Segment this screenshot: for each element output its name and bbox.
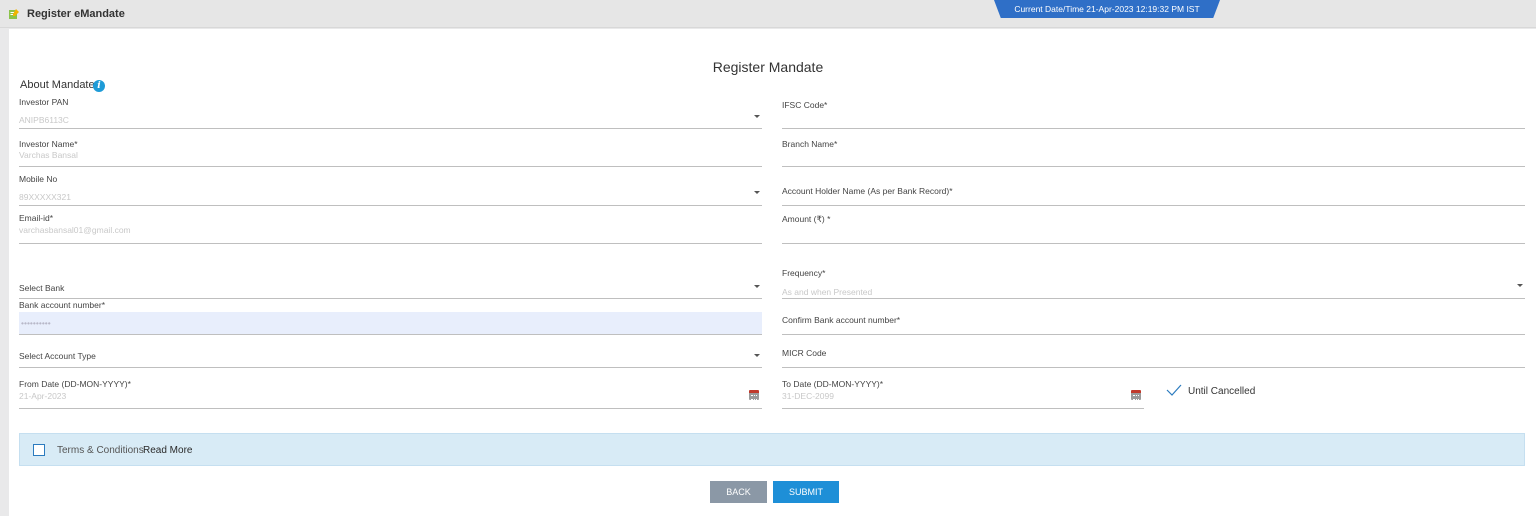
email-value: varchasbansal01@gmail.com [19,225,131,235]
terms-bar: Terms & Conditions Read More [19,433,1525,466]
from-date-field[interactable]: From Date (DD-MON-YYYY)* 21-Apr-2023 [19,377,762,409]
amount-label: Amount (₹) * [782,214,831,224]
account-number-field[interactable]: •••••••••• [19,312,762,335]
mobile-value: 89XXXXX321 [19,192,71,202]
email-label: Email-id* [19,213,54,223]
chevron-down-icon [1517,284,1523,287]
chevron-down-icon [754,115,760,118]
top-bar: Register eMandate Current Date/Time 21-A… [0,0,1536,28]
account-type-label: Select Account Type [19,351,96,361]
email-field[interactable]: Email-id* varchasbansal01@gmail.com [19,212,762,244]
submit-button[interactable]: SUBMIT [773,481,839,503]
datetime-text: Current Date/Time 21-Apr-2023 12:19:32 P… [1014,4,1200,14]
branch-field[interactable]: Branch Name* [782,137,1525,167]
terms-checkbox[interactable] [33,444,45,456]
datetime-banner: Current Date/Time 21-Apr-2023 12:19:32 P… [994,0,1220,18]
investor-pan-select[interactable]: Investor PAN ANIPB6113C [19,95,762,129]
account-number-value: •••••••••• [21,318,51,328]
ifsc-label: IFSC Code* [782,100,828,110]
chevron-down-icon [754,354,760,357]
confirm-account-field[interactable]: Confirm Bank account number* [782,312,1525,335]
info-icon[interactable]: i [93,80,105,92]
bank-select[interactable]: Select Bank [19,276,762,299]
bank-label: Select Bank [19,283,65,293]
form-title: Register Mandate [712,59,824,75]
frequency-select[interactable]: Frequency* As and when Presented [782,266,1525,299]
from-date-value: 21-Apr-2023 [19,391,67,401]
page-header-title: Register eMandate [27,8,125,20]
investor-pan-value: ANIPB6113C [19,115,69,125]
to-date-label: To Date (DD-MON-YYYY)* [782,379,884,389]
amount-field[interactable]: Amount (₹) * [782,212,1525,244]
from-date-label: From Date (DD-MON-YYYY)* [19,379,131,389]
to-date-field[interactable]: To Date (DD-MON-YYYY)* 31-DEC-2099 [782,377,1144,409]
holder-name-label: Account Holder Name (As per Bank Record)… [782,186,953,196]
edit-document-icon [9,9,19,19]
account-number-label: Bank account number* [19,300,105,310]
calendar-icon[interactable] [749,390,759,400]
to-date-value: 31-DEC-2099 [782,391,834,401]
account-type-select[interactable]: Select Account Type [19,344,762,368]
terms-text: Terms & Conditions [57,445,144,456]
investor-name-value: Varchas Bansal [19,150,78,160]
micr-label: MICR Code [782,348,827,358]
micr-field[interactable]: MICR Code [782,344,1525,368]
read-more-link[interactable]: Read More [143,445,192,456]
frequency-label: Frequency* [782,268,826,278]
checkmark-icon[interactable] [1166,384,1182,396]
holder-name-field[interactable]: Account Holder Name (As per Bank Record)… [782,183,1525,206]
investor-pan-label: Investor PAN [19,97,69,107]
chevron-down-icon [754,285,760,288]
back-button[interactable]: BACK [710,481,767,503]
section-title: About Mandate [20,79,95,91]
confirm-account-label: Confirm Bank account number* [782,315,901,325]
calendar-icon[interactable] [1131,390,1141,400]
until-cancelled-label: Until Cancelled [1188,386,1256,397]
branch-label: Branch Name* [782,139,838,149]
investor-name-label: Investor Name* [19,139,78,149]
chevron-down-icon [754,191,760,194]
mobile-select[interactable]: Mobile No 89XXXXX321 [19,173,762,206]
mobile-label: Mobile No [19,174,58,184]
frequency-value: As and when Presented [782,287,873,297]
investor-name-field[interactable]: Investor Name* Varchas Bansal [19,137,762,167]
ifsc-field[interactable]: IFSC Code* [782,97,1525,129]
